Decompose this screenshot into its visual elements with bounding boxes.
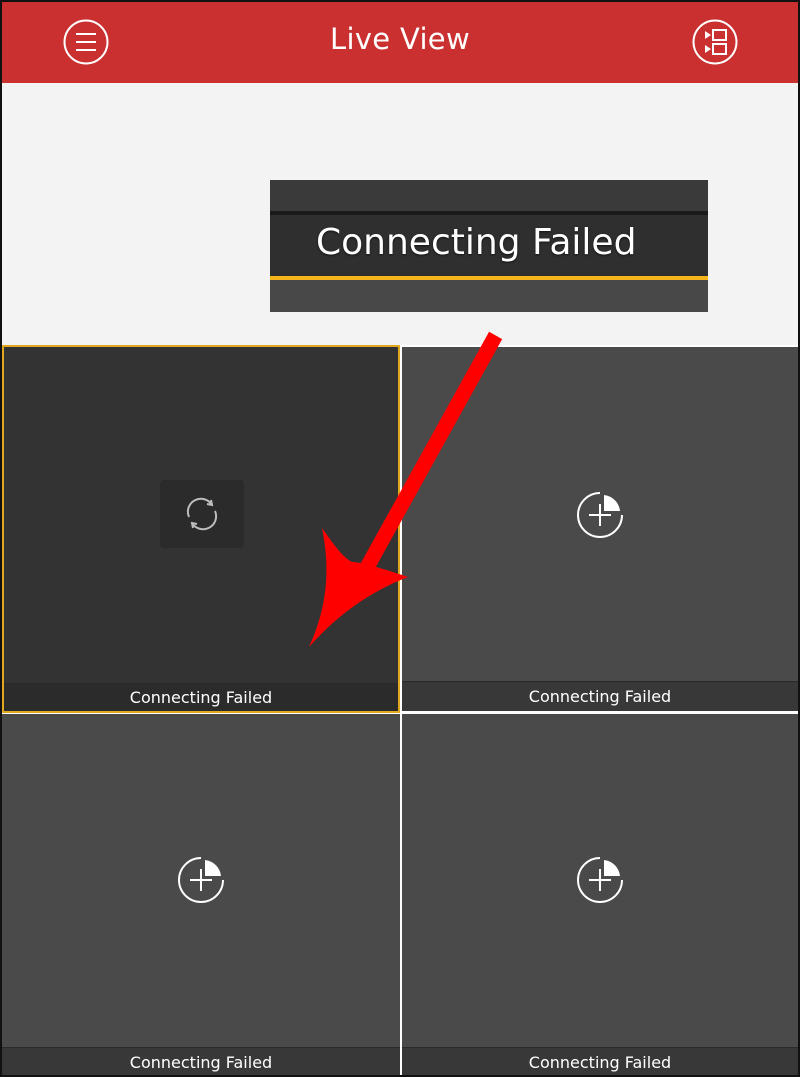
window-layout-icon	[692, 19, 738, 65]
video-window-1[interactable]: Connecting Failed	[2, 345, 400, 713]
video-window-2[interactable]: Connecting Failed	[402, 347, 798, 711]
add-camera-button[interactable]	[176, 855, 226, 905]
window-status-label: Connecting Failed	[402, 1047, 798, 1075]
add-camera-button[interactable]	[575, 855, 625, 905]
add-camera-button[interactable]	[575, 490, 625, 540]
add-camera-icon	[577, 492, 623, 538]
add-camera-icon	[577, 857, 623, 903]
callout-status-text: Connecting Failed	[316, 222, 637, 263]
zoomed-status-callout: Connecting Failed	[270, 180, 708, 312]
refresh-icon	[186, 497, 218, 531]
window-status-label: Connecting Failed	[4, 683, 398, 711]
live-view-screen: Live View Connecting Failed Connecting F…	[0, 0, 800, 1077]
window-layout-button[interactable]	[692, 19, 738, 65]
add-camera-icon	[178, 857, 224, 903]
top-bar: Live View	[2, 2, 798, 83]
window-status-label: Connecting Failed	[2, 1047, 400, 1075]
page-title: Live View	[330, 22, 470, 56]
video-grid: Connecting Failed Connecting Failed Conn…	[2, 345, 798, 1075]
window-status-label: Connecting Failed	[402, 681, 798, 711]
video-window-3[interactable]: Connecting Failed	[2, 714, 400, 1075]
refresh-button[interactable]	[160, 480, 244, 548]
info-area: Connecting Failed	[2, 83, 798, 345]
video-window-4[interactable]: Connecting Failed	[402, 714, 798, 1075]
